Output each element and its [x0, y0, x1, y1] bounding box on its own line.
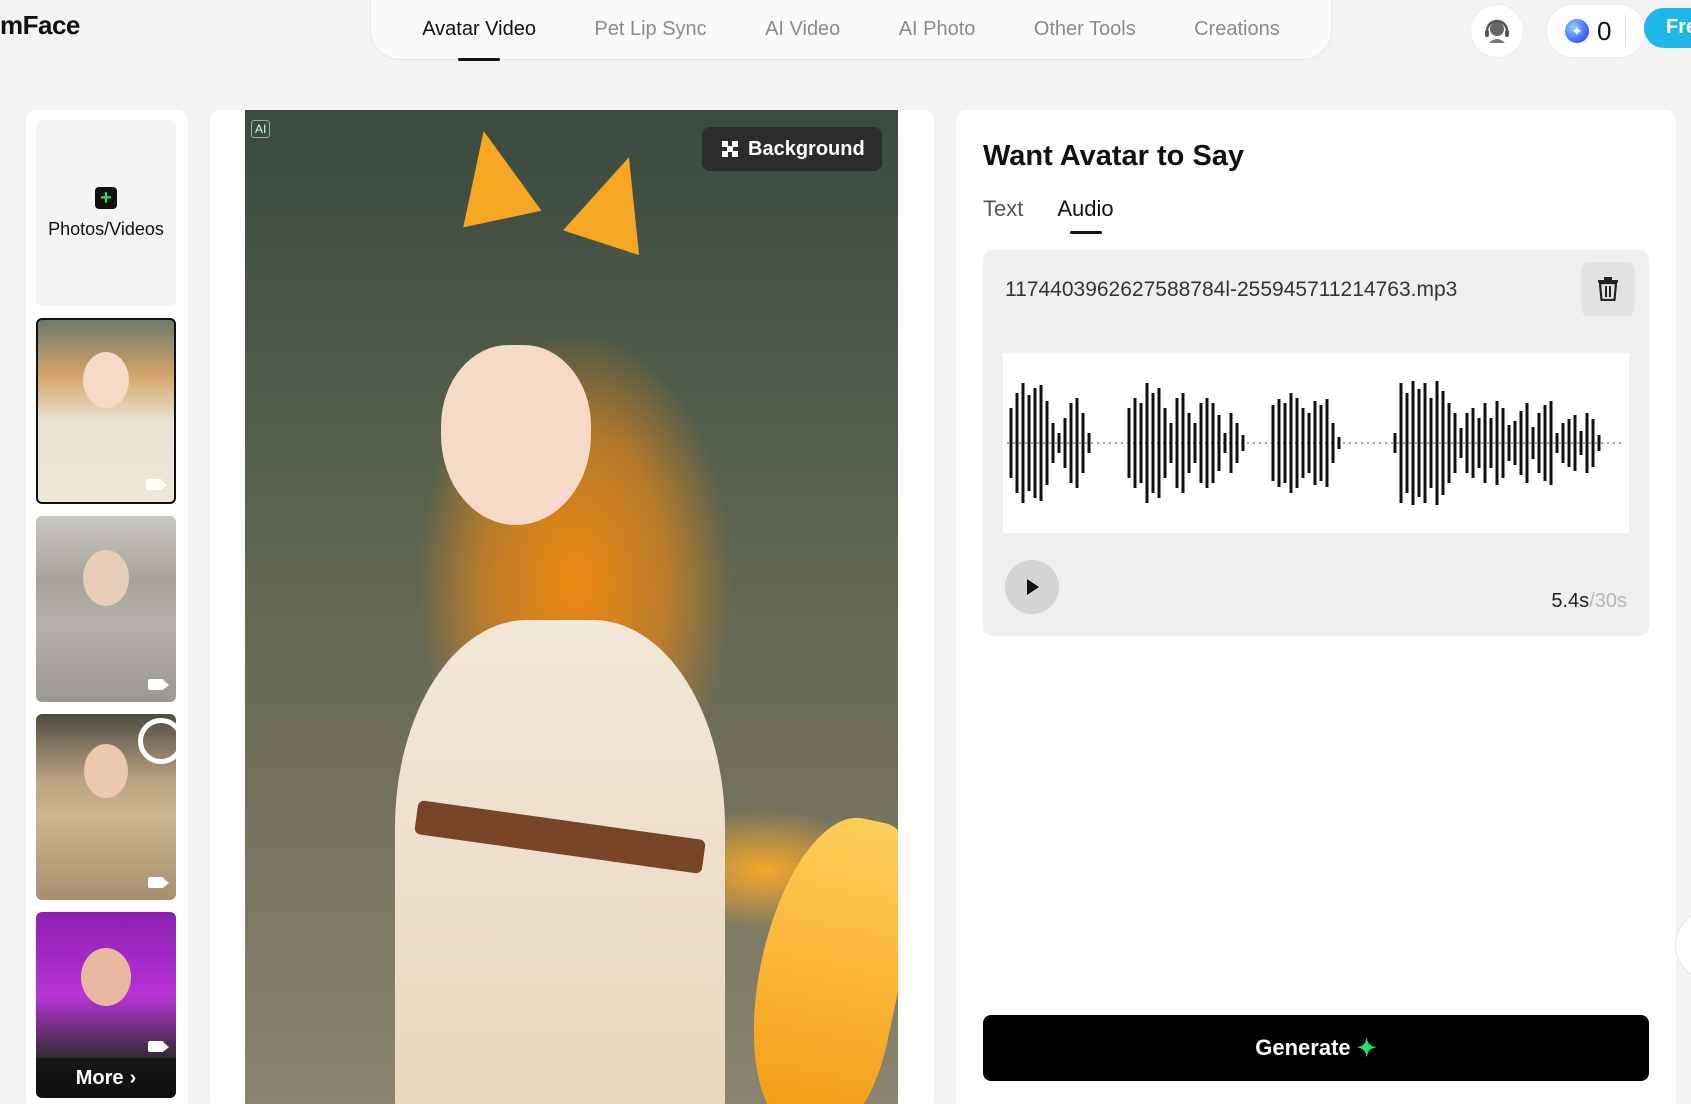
avatar-face — [81, 948, 131, 1006]
nav-ai-video[interactable]: AI Video — [759, 14, 846, 45]
nav-pet-lip-sync[interactable]: Pet Lip Sync — [588, 14, 712, 45]
more-avatars-button[interactable]: More › — [36, 1058, 176, 1098]
audio-file-name: 1174403962627588784l-255945711214763.mp3 — [1005, 278, 1458, 301]
avatar-thumbnail-rail: + Photos/Videos More › — [26, 110, 188, 1104]
nav-ai-photo[interactable]: AI Photo — [893, 14, 982, 45]
audio-upload-box: 1174403962627588784l-255945711214763.mp3… — [983, 250, 1649, 636]
background-replace-icon — [722, 141, 738, 157]
play-icon — [1027, 579, 1039, 595]
background-button[interactable]: Background — [702, 127, 882, 171]
avatar-face — [83, 352, 129, 408]
video-icon — [148, 679, 169, 690]
avatar-preview-image: AI — [245, 110, 898, 1104]
trash-icon — [1598, 277, 1618, 301]
avatar-thumbnail-woman-headphones[interactable] — [36, 516, 176, 702]
cat-ear-left — [444, 122, 542, 228]
upload-photos-videos-button[interactable]: + Photos/Videos — [36, 120, 176, 306]
avatar-face — [84, 744, 128, 798]
upload-label: Photos/Videos — [48, 218, 164, 239]
nav-other-tools[interactable]: Other Tools — [1028, 14, 1142, 45]
plus-icon: + — [95, 186, 117, 209]
sparkle-icon: ✦ — [1356, 1034, 1377, 1062]
nav-creations[interactable]: Creations — [1188, 14, 1286, 45]
credits-divider — [1625, 15, 1627, 47]
free-trial-button[interactable]: Fre — [1644, 8, 1691, 48]
audio-duration-max: /30s — [1589, 590, 1627, 612]
avatar-thumbnail-woman-blazer[interactable] — [36, 714, 176, 900]
support-button[interactable] — [1470, 4, 1524, 58]
top-navigation: Avatar Video Pet Lip Sync AI Video AI Ph… — [370, 0, 1332, 60]
panel-title: Want Avatar to Say — [983, 140, 1245, 172]
nav-avatar-video[interactable]: Avatar Video — [416, 14, 542, 45]
avatar-tail — [728, 803, 898, 1104]
app-logo[interactable]: mFace — [0, 10, 80, 41]
audio-waveform — [1003, 353, 1629, 533]
more-label: More — [75, 1066, 124, 1089]
ai-badge: AI — [251, 120, 271, 138]
video-icon — [148, 1041, 169, 1052]
waveform-graphic — [1007, 381, 1625, 505]
input-mode-tabs: Text Audio — [983, 196, 1114, 222]
tab-audio[interactable]: Audio — [1057, 196, 1113, 222]
avatar-thumbnail-man-headset[interactable]: More › — [36, 912, 176, 1098]
chevron-right-icon: › — [129, 1066, 137, 1089]
script-panel: Want Avatar to Say Text Audio 1174403962… — [956, 110, 1676, 1104]
video-icon — [146, 479, 167, 490]
delete-audio-button[interactable] — [1581, 262, 1635, 316]
avatar-face — [83, 550, 129, 606]
cat-ear-right — [563, 144, 667, 256]
credits-balance[interactable]: ✦ 0 — [1546, 4, 1646, 58]
credit-star-icon: ✦ — [1565, 19, 1589, 43]
avatar-thumbnail-cat-girl[interactable] — [36, 318, 176, 504]
ring-light — [138, 718, 176, 764]
video-icon — [148, 877, 169, 888]
generate-label: Generate — [1255, 1035, 1351, 1060]
credit-count: 0 — [1597, 15, 1612, 46]
side-drawer-handle[interactable] — [1675, 910, 1691, 980]
headset-icon — [1485, 19, 1509, 43]
avatar-preview-panel: AI Background — [210, 110, 934, 1104]
audio-duration-current: 5.4s — [1551, 590, 1590, 612]
generate-button[interactable]: Generate ✦ — [983, 1015, 1649, 1081]
audio-duration: 5.4s/30s — [1551, 590, 1627, 613]
avatar-face — [441, 345, 591, 525]
tab-text[interactable]: Text — [983, 196, 1023, 222]
play-audio-button[interactable] — [1005, 560, 1059, 614]
background-label: Background — [748, 137, 865, 160]
